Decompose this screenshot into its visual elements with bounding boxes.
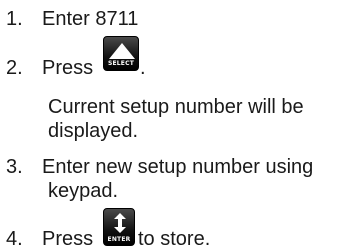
note-line-2: displayed. bbox=[48, 120, 139, 142]
step-3-continuation: keypad. bbox=[48, 179, 118, 203]
select-key-label: SELECT bbox=[107, 60, 135, 67]
up-triangle-icon bbox=[109, 43, 135, 59]
step-number: 2. bbox=[6, 57, 23, 79]
select-key: SELECT bbox=[103, 36, 139, 71]
step-text-line-1: Enter new setup number using bbox=[42, 156, 314, 178]
step-2-note: Current setup number will be displayed. bbox=[48, 95, 304, 143]
step-number: 3. bbox=[6, 156, 23, 178]
enter-arrow-icon bbox=[114, 213, 126, 233]
step-text-line-2: keypad. bbox=[48, 180, 119, 202]
step-number: 4. bbox=[6, 228, 23, 250]
step-text: Press bbox=[42, 57, 94, 79]
step-text: Press bbox=[42, 228, 94, 250]
step-text: Enter 8711 bbox=[42, 8, 139, 30]
note-line-1: Current setup number will be bbox=[48, 96, 304, 118]
step-number: 1. bbox=[6, 8, 23, 30]
enter-key: ENTER bbox=[103, 208, 135, 246]
step-suffix: . bbox=[140, 57, 146, 79]
enter-key-label: ENTER bbox=[107, 236, 131, 243]
step-suffix: to store. bbox=[138, 228, 211, 250]
